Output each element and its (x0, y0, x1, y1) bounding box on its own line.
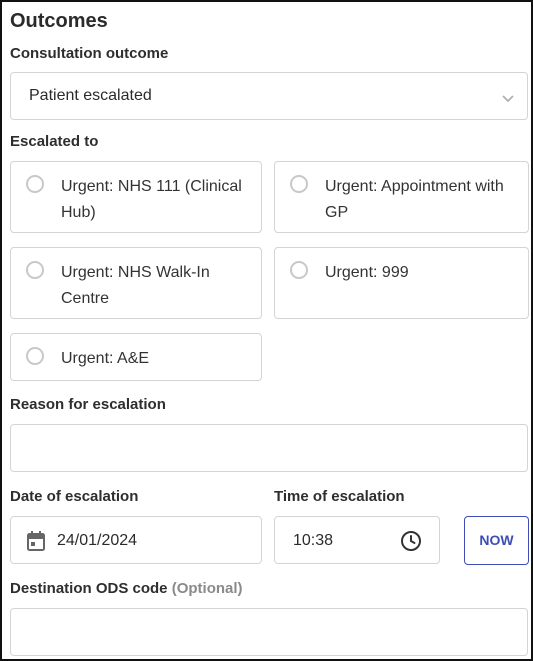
optional-tag: (Optional) (171, 580, 243, 597)
time-value: 10:38 (293, 532, 334, 549)
reason-label: Reason for escalation (10, 396, 166, 413)
clock-icon[interactable] (400, 530, 422, 557)
outcomes-panel: Outcomes Consultation outcome Patient es… (0, 0, 533, 661)
date-label: Date of escalation (10, 488, 139, 505)
radio-option-label: Urgent: NHS 111 (Clinical Hub) (61, 178, 242, 221)
date-value: 24/01/2024 (57, 532, 138, 549)
time-input[interactable]: 10:38 (274, 516, 440, 564)
radio-button-icon[interactable] (26, 175, 44, 193)
radio-option-nhs-111[interactable]: Urgent: NHS 111 (Clinical Hub) (10, 161, 262, 233)
radio-button-icon[interactable] (290, 175, 308, 193)
radio-option-walk-in-centre[interactable]: Urgent: NHS Walk-In Centre (10, 247, 262, 319)
consultation-outcome-label: Consultation outcome (10, 45, 169, 62)
radio-option-a-and-e[interactable]: Urgent: A&E (10, 333, 262, 381)
radio-option-label: Urgent: NHS Walk-In Centre (61, 264, 210, 307)
radio-button-icon[interactable] (26, 347, 44, 365)
ods-label: Destination ODS code (10, 580, 168, 597)
consultation-outcome-select[interactable]: Patient escalated (10, 72, 528, 120)
calendar-icon[interactable] (26, 530, 46, 557)
now-button[interactable]: NOW (464, 516, 529, 565)
section-title: Outcomes (10, 10, 108, 32)
radio-option-gp-appointment[interactable]: Urgent: Appointment with GP (274, 161, 529, 233)
escalated-to-label: Escalated to (10, 133, 99, 150)
consultation-outcome-value: Patient escalated (29, 87, 152, 104)
time-label: Time of escalation (274, 488, 405, 505)
radio-button-icon[interactable] (26, 261, 44, 279)
ods-code-input[interactable] (10, 608, 528, 656)
ods-label-row: Destination ODS code (Optional) (10, 580, 243, 597)
radio-option-label: Urgent: A&E (61, 350, 150, 367)
reason-input[interactable] (10, 424, 528, 472)
radio-option-999[interactable]: Urgent: 999 (274, 247, 529, 319)
chevron-down-icon (501, 91, 515, 109)
date-input[interactable]: 24/01/2024 (10, 516, 262, 564)
radio-option-label: Urgent: 999 (325, 264, 409, 281)
radio-button-icon[interactable] (290, 261, 308, 279)
radio-option-label: Urgent: Appointment with GP (325, 178, 504, 221)
